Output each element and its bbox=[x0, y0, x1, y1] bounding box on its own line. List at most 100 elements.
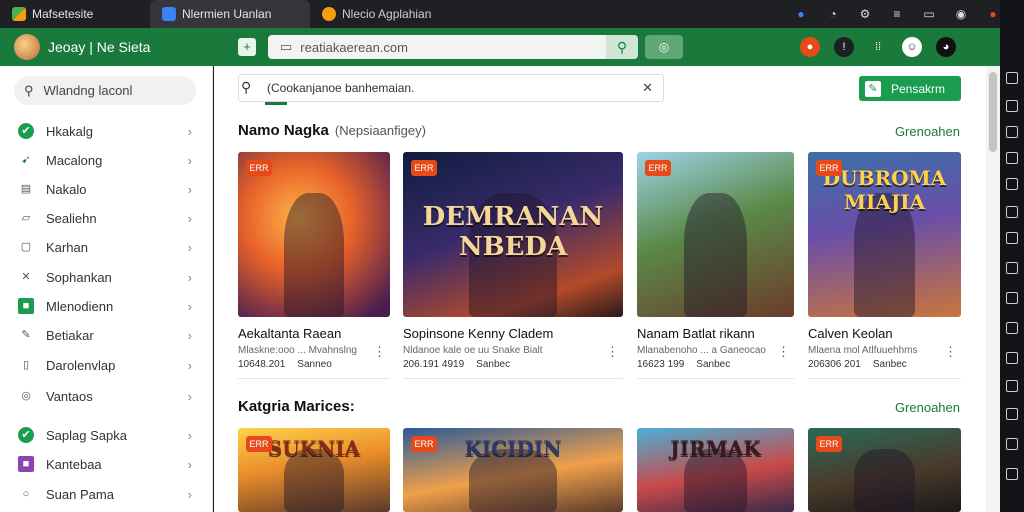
sidebar-item[interactable]: ■ Kantebaa › bbox=[18, 454, 198, 474]
chevron-right-icon: › bbox=[187, 239, 192, 255]
sidebar-item[interactable]: ✔ Hkakalg › bbox=[18, 121, 198, 141]
search-icon: ⚲ bbox=[24, 82, 34, 98]
clock-icon[interactable]: ◔ bbox=[826, 7, 840, 21]
panel-icon[interactable] bbox=[1006, 232, 1018, 244]
scrollbar[interactable] bbox=[986, 66, 1000, 512]
more-options-icon[interactable]: ⋮ bbox=[777, 344, 790, 360]
panel-icon[interactable] bbox=[1006, 178, 1018, 190]
sidebar-item[interactable]: ▢ Karhan › bbox=[18, 237, 198, 257]
chevron-right-icon: › bbox=[187, 181, 192, 197]
browser-tab-3[interactable]: Nlecio Agplahian bbox=[310, 0, 470, 28]
game-tag: Sanbec bbox=[872, 359, 907, 370]
section-see-all-link[interactable]: Grenoahen bbox=[895, 124, 960, 139]
sidebar-item[interactable]: ✔ Saplag Sapka › bbox=[18, 425, 198, 445]
game-title[interactable]: Nanam Batlat rikann bbox=[637, 326, 755, 341]
sidebar-item[interactable]: ✕ Sophankan › bbox=[18, 267, 198, 287]
browser-tab-1[interactable]: Mafsetesite bbox=[0, 0, 150, 28]
panel-icon[interactable] bbox=[1006, 438, 1018, 450]
sidebar-item[interactable]: ▯ Darolenvlap › bbox=[18, 355, 198, 375]
game-thumbnail[interactable]: ERR bbox=[238, 152, 390, 317]
game-thumbnail[interactable]: ERR bbox=[637, 152, 794, 317]
check-circle-icon: ✔ bbox=[18, 123, 34, 139]
character-art bbox=[684, 193, 747, 317]
panel-icon[interactable] bbox=[1006, 468, 1018, 480]
main-search-input[interactable]: ⚲ (Cookanjanoe banhemaian. ✕ bbox=[238, 74, 664, 105]
game-thumbnail[interactable]: JIRMAK bbox=[637, 428, 794, 512]
smile-icon[interactable]: ☺ bbox=[902, 37, 922, 57]
status-badge: ERR bbox=[411, 160, 437, 176]
chevron-right-icon: › bbox=[187, 427, 192, 443]
sidebar-item[interactable]: ✎ Betiakar › bbox=[18, 325, 198, 345]
sidebar-item[interactable]: ◎ Vantaos › bbox=[18, 386, 198, 406]
panel-icon[interactable] bbox=[1006, 262, 1018, 274]
sidebar-item[interactable]: ○ Suan Pama › bbox=[18, 484, 198, 504]
sidebar-item[interactable]: ▱ Sealiehn › bbox=[18, 208, 198, 228]
circle-icon: ○ bbox=[22, 488, 30, 500]
bell-icon[interactable]: ● bbox=[800, 37, 820, 57]
game-thumbnail[interactable]: KICIDIN ERR bbox=[403, 428, 623, 512]
search-icon[interactable]: ⚲ bbox=[606, 35, 638, 59]
panel-icon[interactable] bbox=[1006, 152, 1018, 164]
card-divider bbox=[238, 378, 390, 379]
panel-icon[interactable] bbox=[1006, 100, 1018, 112]
status-badge: ERR bbox=[246, 436, 272, 452]
game-subtitle: Mlaskne:ooo ... Mvahnslng bbox=[238, 345, 357, 356]
window-controls: ● ◔ ⚙ ≡ ▭ ◉ ● bbox=[794, 0, 1000, 28]
sidebar: ⚲ Wlandng laconl ✔ Hkakalg › ➹ Macalong › ▤ Nak… bbox=[0, 66, 213, 512]
chevron-right-icon: › bbox=[187, 456, 192, 472]
minimize-icon[interactable]: ▭ bbox=[922, 7, 936, 21]
scrollbar-thumb[interactable] bbox=[989, 72, 997, 152]
chevron-right-icon: › bbox=[187, 298, 192, 314]
check-circle-icon: ✔ bbox=[18, 427, 34, 443]
panel-icon[interactable] bbox=[1006, 352, 1018, 364]
sidebar-item-label: Karhan bbox=[46, 239, 88, 255]
primary-action-button[interactable]: ✎ Pensakrm bbox=[859, 76, 961, 101]
menu-icon[interactable]: ≡ bbox=[890, 7, 904, 21]
game-thumbnail[interactable]: DUBROMA MIAJIA ERR bbox=[808, 152, 961, 317]
game-thumbnail[interactable]: DEMRANAN NBEDA ERR bbox=[403, 152, 623, 317]
card-divider bbox=[637, 378, 794, 379]
panel-icon[interactable] bbox=[1006, 380, 1018, 392]
settings-icon[interactable]: ⚙ bbox=[858, 7, 872, 21]
shield-icon[interactable]: ● bbox=[794, 7, 808, 21]
game-title[interactable]: Calven Keolan bbox=[808, 326, 893, 341]
sidebar-item[interactable]: ➹ Macalong › bbox=[18, 150, 198, 170]
section-see-all-link[interactable]: Grenoahen bbox=[895, 400, 960, 415]
chevron-right-icon: › bbox=[187, 123, 192, 139]
game-art-title: DEMRANAN NBEDA bbox=[422, 202, 604, 262]
character-art bbox=[283, 193, 345, 317]
add-icon[interactable]: + bbox=[238, 38, 256, 56]
more-options-icon[interactable]: ⋮ bbox=[944, 344, 957, 360]
panel-icon[interactable] bbox=[1006, 408, 1018, 420]
info-icon[interactable]: ! bbox=[834, 37, 854, 57]
user-icon[interactable]: ◕ bbox=[936, 37, 956, 57]
toggle-button[interactable]: ◎ bbox=[645, 35, 683, 59]
browser-tab-2[interactable]: Nlermien Uanlan bbox=[150, 0, 310, 28]
sidebar-search-input[interactable]: ⚲ Wlandng laconl bbox=[14, 76, 196, 105]
panel-icon[interactable] bbox=[1006, 292, 1018, 304]
card-divider bbox=[403, 378, 623, 379]
panel-icon[interactable] bbox=[1006, 322, 1018, 334]
more-options-icon[interactable]: ⋮ bbox=[606, 344, 619, 360]
game-tag: Sanbec bbox=[696, 359, 731, 370]
profile-icon[interactable]: ◉ bbox=[954, 7, 968, 21]
avatar-icon[interactable]: ● bbox=[986, 7, 1000, 21]
panel-icon[interactable] bbox=[1006, 126, 1018, 138]
sidebar-item-label: Darolenvlap bbox=[46, 357, 116, 373]
game-thumbnail[interactable]: SUKNIA ERR bbox=[238, 428, 390, 512]
grid-icon[interactable]: ⁞⁞ bbox=[868, 37, 888, 57]
sidebar-item[interactable]: ■ Mlenodienn › bbox=[18, 296, 198, 316]
game-title[interactable]: Aekaltanta Raean bbox=[238, 326, 341, 341]
url-bar[interactable]: ▭ reatiakaerean.com bbox=[268, 35, 638, 59]
game-thumbnail[interactable]: ERR bbox=[808, 428, 961, 512]
clipboard-icon: ▯ bbox=[22, 359, 30, 371]
clear-icon[interactable]: ✕ bbox=[642, 80, 653, 96]
panel-icon[interactable] bbox=[1006, 206, 1018, 218]
game-meta: 206.191 4919 Sanbec bbox=[403, 359, 510, 370]
game-title[interactable]: Sopinsone Kenny Cladem bbox=[403, 326, 553, 341]
panel-icon[interactable] bbox=[1006, 72, 1018, 84]
more-options-icon[interactable]: ⋮ bbox=[373, 344, 386, 360]
sidebar-item-label: Saplag Sapka bbox=[46, 427, 127, 443]
game-art-title: JIRMAK bbox=[670, 436, 761, 460]
sidebar-item[interactable]: ▤ Nakalo › bbox=[18, 179, 198, 199]
